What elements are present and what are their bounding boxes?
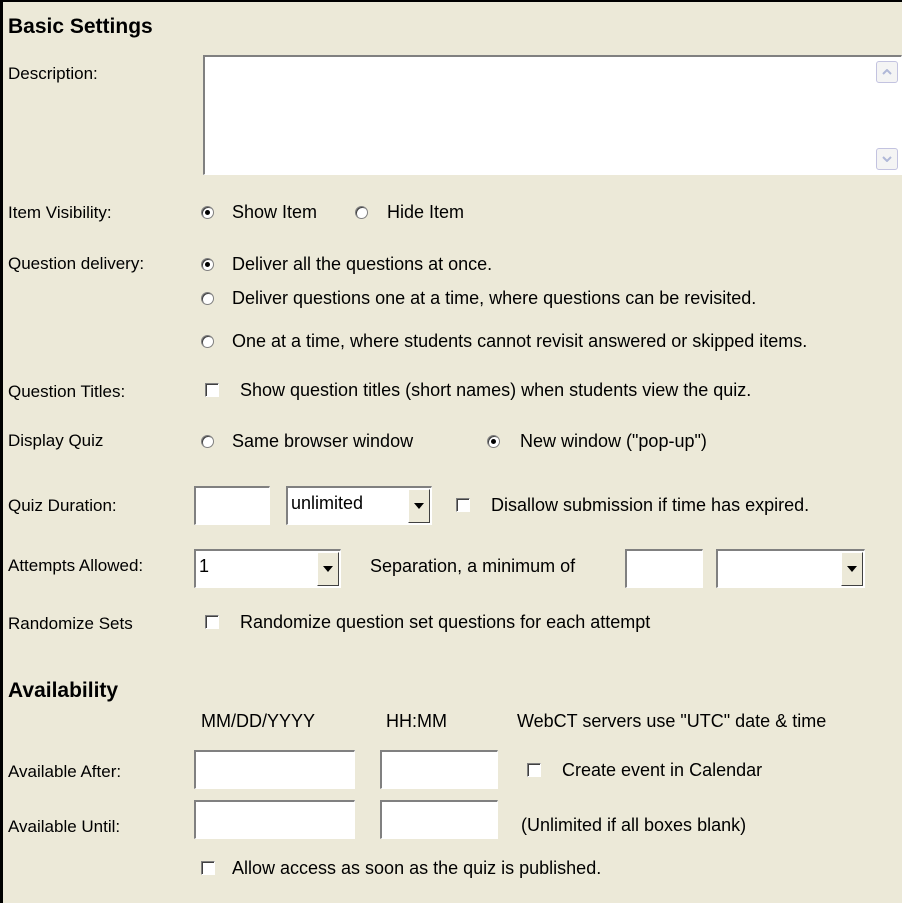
delivery-option-all-radio[interactable]	[201, 258, 214, 271]
delivery-option-no-revisit-label[interactable]: One at a time, where students cannot rev…	[232, 331, 807, 352]
show-item-radio[interactable]	[201, 206, 214, 219]
disallow-submission-checkbox[interactable]	[456, 498, 470, 512]
unlimited-note: (Unlimited if all boxes blank)	[521, 815, 747, 835]
description-label: Description:	[8, 64, 98, 83]
hide-item-radio[interactable]	[355, 206, 368, 219]
duration-unit-select[interactable]: unlimited	[286, 486, 432, 525]
item-visibility-label: Item Visibility:	[8, 203, 112, 222]
available-after-date-input[interactable]	[194, 750, 355, 789]
disallow-submission-label[interactable]: Disallow submission if time has expired.	[491, 495, 809, 516]
question-titles-label: Question Titles:	[8, 382, 126, 401]
available-until-time-input[interactable]	[380, 800, 498, 839]
attempts-allowed-select[interactable]: 1	[194, 549, 341, 588]
description-scrollbar[interactable]	[876, 61, 898, 170]
quiz-duration-input[interactable]	[194, 486, 270, 525]
randomize-sets-label: Randomize Sets	[8, 614, 133, 633]
available-until-label: Available Until:	[8, 817, 121, 836]
section-title-availability: Availability	[8, 679, 119, 702]
show-question-titles-checkbox[interactable]	[205, 383, 219, 397]
create-event-label[interactable]: Create event in Calendar	[562, 760, 762, 781]
randomize-sets-label-text[interactable]: Randomize question set questions for eac…	[240, 612, 650, 633]
date-format-header: MM/DD/YYYY	[201, 711, 316, 731]
separation-label: Separation, a minimum of	[370, 556, 576, 576]
hide-item-label[interactable]: Hide Item	[387, 202, 464, 223]
separation-input[interactable]	[625, 549, 703, 588]
time-format-header: HH:MM	[386, 711, 447, 731]
chevron-down-icon[interactable]	[408, 489, 430, 523]
section-title-basic-settings: Basic Settings	[8, 15, 153, 38]
create-event-checkbox[interactable]	[527, 763, 541, 777]
question-delivery-label: Question delivery:	[8, 254, 145, 273]
display-quiz-label: Display Quiz	[8, 431, 104, 450]
new-window-label[interactable]: New window ("pop-up")	[520, 431, 707, 452]
allow-access-label[interactable]: Allow access as soon as the quiz is publ…	[232, 858, 601, 879]
attempts-allowed-label: Attempts Allowed:	[8, 556, 144, 575]
delivery-option-revisit-label[interactable]: Deliver questions one at a time, where q…	[232, 288, 756, 309]
scroll-down-icon[interactable]	[876, 148, 898, 170]
randomize-sets-checkbox[interactable]	[205, 615, 219, 629]
delivery-option-all-label[interactable]: Deliver all the questions at once.	[232, 254, 492, 275]
attempts-allowed-value: 1	[199, 556, 210, 576]
same-window-radio[interactable]	[201, 435, 214, 448]
scroll-up-icon[interactable]	[876, 61, 898, 83]
delivery-option-no-revisit-radio[interactable]	[201, 335, 214, 348]
description-textarea[interactable]	[203, 55, 902, 175]
quiz-duration-label: Quiz Duration:	[8, 496, 117, 515]
show-item-label[interactable]: Show Item	[232, 202, 317, 223]
available-after-label: Available After:	[8, 762, 122, 781]
duration-unit-value: unlimited	[291, 493, 364, 513]
separation-unit-select[interactable]	[716, 549, 865, 588]
chevron-down-icon[interactable]	[317, 552, 339, 586]
chevron-down-icon[interactable]	[841, 552, 863, 586]
utc-note: WebCT servers use "UTC" date & time	[517, 711, 827, 731]
available-after-time-input[interactable]	[380, 750, 498, 789]
delivery-option-revisit-radio[interactable]	[201, 292, 214, 305]
available-until-date-input[interactable]	[194, 800, 355, 839]
same-window-label[interactable]: Same browser window	[232, 431, 413, 452]
allow-access-checkbox[interactable]	[201, 861, 215, 875]
show-question-titles-label[interactable]: Show question titles (short names) when …	[240, 380, 751, 401]
new-window-radio[interactable]	[487, 435, 500, 448]
